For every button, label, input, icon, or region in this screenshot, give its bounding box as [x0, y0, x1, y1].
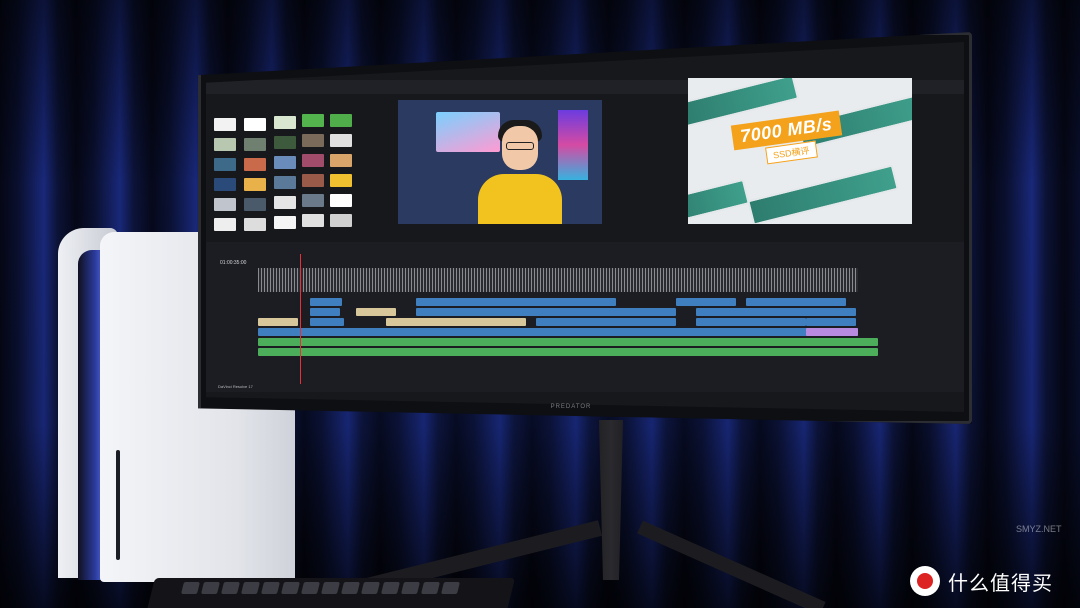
media-thumb[interactable]: [330, 214, 352, 227]
timeline-clip[interactable]: [386, 318, 526, 326]
monitor-screen: 7000 MB/s SSD横评 01:00:35:00 DaVinci Reso…: [206, 42, 964, 412]
timeline-clip[interactable]: [696, 308, 856, 316]
media-thumb[interactable]: [244, 118, 266, 131]
ssd-board: [688, 178, 750, 224]
media-thumb[interactable]: [214, 198, 236, 211]
timeline-clip[interactable]: [356, 308, 396, 316]
media-thumb[interactable]: [274, 136, 296, 149]
media-thumb[interactable]: [274, 116, 296, 129]
media-thumb[interactable]: [302, 154, 324, 167]
keycap: [220, 582, 240, 594]
keycap: [420, 582, 440, 594]
timeline-clip[interactable]: [746, 298, 846, 306]
timeline-clip[interactable]: [258, 318, 298, 326]
media-thumb[interactable]: [244, 198, 266, 211]
timeline-clip[interactable]: [806, 318, 856, 326]
keycap: [400, 582, 420, 594]
timeline-clip[interactable]: [696, 318, 806, 326]
media-thumb[interactable]: [274, 196, 296, 209]
source-viewer[interactable]: [398, 100, 602, 224]
timeline-clip[interactable]: [258, 328, 858, 336]
presenter-glasses: [506, 142, 534, 150]
keycap: [440, 582, 460, 594]
keycap: [260, 582, 280, 594]
media-thumb[interactable]: [330, 194, 352, 207]
ssd-board: [747, 164, 899, 224]
keyboard: [145, 578, 515, 608]
media-thumb[interactable]: [330, 154, 352, 167]
audio-clip[interactable]: [258, 338, 878, 346]
watermark-text: 什么值得买: [948, 570, 1053, 595]
background-tv: [436, 112, 500, 152]
timeline-viewer[interactable]: 7000 MB/s SSD横评: [688, 78, 912, 224]
keycap: [340, 582, 360, 594]
media-thumb[interactable]: [214, 118, 236, 131]
timeline-clip[interactable]: [536, 318, 676, 326]
media-thumb[interactable]: [330, 174, 352, 187]
keycap: [300, 582, 320, 594]
media-thumb[interactable]: [302, 214, 324, 227]
media-thumb[interactable]: [274, 176, 296, 189]
media-thumb[interactable]: [244, 138, 266, 151]
media-thumb[interactable]: [214, 138, 236, 151]
media-thumb[interactable]: [244, 158, 266, 171]
presenter-hoodie: [478, 174, 562, 224]
media-thumb[interactable]: [244, 178, 266, 191]
timeline-playhead[interactable]: [300, 254, 301, 384]
watermark: 什么值得买: [910, 566, 1053, 596]
background-rgb-shelf: [558, 110, 588, 180]
audio-clip[interactable]: [258, 348, 878, 356]
media-thumb[interactable]: [244, 218, 266, 231]
media-thumb[interactable]: [214, 218, 236, 231]
media-thumb[interactable]: [214, 178, 236, 191]
keycap: [240, 582, 260, 594]
timeline-clip[interactable]: [676, 298, 736, 306]
media-thumb[interactable]: [274, 156, 296, 169]
watermark-logo-mark: [917, 573, 933, 589]
timeline-clip[interactable]: [416, 298, 616, 306]
watermark-corner-text: SMYZ.NET: [1016, 524, 1062, 534]
media-thumb[interactable]: [214, 158, 236, 171]
timeline-clip[interactable]: [310, 318, 344, 326]
keycap: [180, 582, 200, 594]
monitor-brand-logo: PREDATOR: [550, 404, 592, 410]
console-disc-slot: [116, 450, 120, 560]
media-thumb[interactable]: [302, 114, 324, 127]
media-thumb[interactable]: [302, 174, 324, 187]
media-thumb[interactable]: [302, 134, 324, 147]
watermark-logo-icon: [910, 566, 940, 596]
timeline-clip[interactable]: [310, 308, 340, 316]
media-thumb[interactable]: [274, 216, 296, 229]
keycap: [320, 582, 340, 594]
media-thumb[interactable]: [302, 194, 324, 207]
timeline-clip[interactable]: [310, 298, 342, 306]
media-thumb[interactable]: [330, 114, 352, 127]
keycap: [360, 582, 380, 594]
timeline-clip[interactable]: [416, 308, 676, 316]
audio-waveform: [258, 268, 858, 292]
media-thumb[interactable]: [330, 134, 352, 147]
editor-app-name: DaVinci Resolve 17: [218, 384, 253, 389]
keycap: [280, 582, 300, 594]
timeline-timecode: 01:00:35:00: [220, 260, 247, 266]
timeline-panel[interactable]: [206, 242, 964, 392]
keycap: [380, 582, 400, 594]
keycap: [200, 582, 220, 594]
timeline-clip[interactable]: [806, 328, 858, 336]
